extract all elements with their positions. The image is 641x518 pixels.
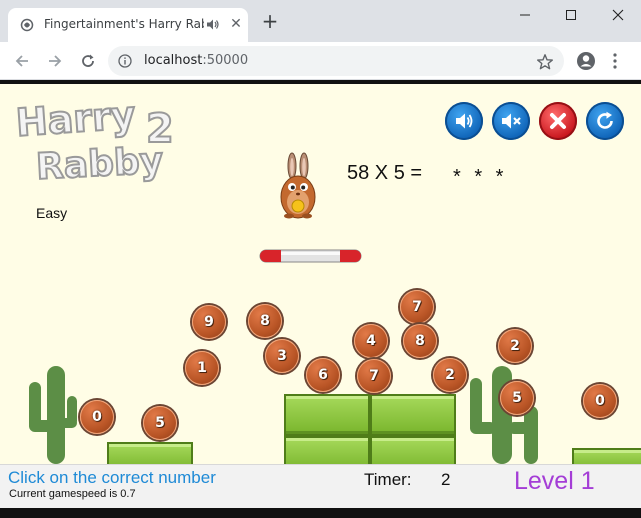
status-bar: Click on the correct number Current game… — [0, 464, 641, 508]
quit-button[interactable] — [539, 102, 577, 140]
number-ball[interactable]: 8 — [403, 324, 437, 358]
number-ball[interactable]: 2 — [433, 358, 467, 392]
game-canvas[interactable]: Harry Rabby 2 58 X 5 = * * * Easy 9 8 7 … — [0, 84, 641, 464]
game-logo: Harry Rabby 2 — [14, 92, 175, 184]
info-icon[interactable] — [118, 54, 132, 68]
gamespeed-text: Current gamespeed is 0.7 — [9, 488, 136, 500]
rabbit-character — [280, 152, 316, 219]
maximize-icon[interactable] — [548, 0, 594, 30]
menu-icon[interactable] — [608, 51, 622, 71]
new-tab-icon[interactable]: + — [259, 11, 281, 33]
address-bar[interactable]: localhost:50000 — [108, 46, 564, 76]
number-ball[interactable]: 9 — [192, 305, 226, 339]
cactus-left — [29, 366, 77, 464]
browser-tab[interactable]: Fingertainment's Harry Rabb ✕ — [8, 8, 248, 42]
timer-label: Timer: — [364, 470, 412, 489]
paddle[interactable] — [259, 248, 362, 264]
url-host: localhost — [144, 53, 203, 68]
title-bar: Fingertainment's Harry Rabb ✕ + — [0, 0, 641, 42]
window-close-icon[interactable] — [595, 0, 641, 30]
number-ball[interactable]: 6 — [306, 358, 340, 392]
profile-icon[interactable] — [576, 51, 596, 71]
tab-title: Fingertainment's Harry Rabb — [44, 17, 204, 31]
mute-icon — [502, 113, 521, 129]
instruction-text: Click on the correct number — [8, 468, 216, 487]
number-ball[interactable]: 8 — [248, 304, 282, 338]
restart-button[interactable] — [586, 102, 624, 140]
level-indicator: Level 1 — [514, 467, 595, 495]
logo-line1: Harry — [14, 93, 137, 145]
math-question: 58 X 5 = — [347, 162, 423, 184]
number-ball[interactable]: 5 — [500, 381, 534, 415]
cactus-right — [470, 366, 538, 464]
sound-on-icon — [456, 113, 473, 129]
ground-block — [284, 436, 370, 464]
close-icon[interactable]: ✕ — [228, 16, 244, 32]
logo-number: 2 — [146, 106, 174, 152]
browser-window: Fingertainment's Harry Rabb ✕ + localhos… — [0, 0, 641, 518]
sound-on-button[interactable] — [445, 102, 483, 140]
number-ball[interactable]: 7 — [400, 290, 434, 324]
star-icon[interactable] — [536, 53, 554, 71]
ground-block — [370, 394, 456, 436]
number-ball[interactable]: 7 — [357, 359, 391, 393]
audio-playing-icon[interactable] — [206, 18, 219, 31]
ground-block — [370, 436, 456, 464]
browser-toolbar: localhost:50000 — [0, 42, 641, 80]
favicon-icon — [20, 18, 34, 32]
page-bottom-border — [0, 508, 641, 518]
difficulty-label: Easy — [36, 205, 68, 221]
ground-block — [107, 442, 193, 464]
number-ball[interactable]: 0 — [583, 384, 617, 418]
ground-block — [572, 448, 641, 464]
restart-icon — [597, 111, 613, 129]
quit-icon — [550, 113, 566, 129]
answer-slots: * * * — [453, 166, 508, 188]
url-port: :50000 — [202, 53, 249, 68]
number-ball[interactable]: 4 — [354, 324, 388, 358]
mute-button[interactable] — [492, 102, 530, 140]
ground-block — [284, 394, 370, 436]
timer-value: 2 — [441, 470, 451, 489]
minimize-icon[interactable] — [502, 0, 548, 30]
forward-icon[interactable] — [44, 50, 66, 72]
reload-icon[interactable] — [77, 50, 99, 72]
number-ball[interactable]: 5 — [143, 406, 177, 440]
number-ball[interactable]: 1 — [185, 351, 219, 385]
number-ball[interactable]: 3 — [265, 339, 299, 373]
number-ball[interactable]: 2 — [498, 329, 532, 363]
number-ball[interactable]: 0 — [80, 400, 114, 434]
url-text: localhost:50000 — [144, 53, 248, 68]
logo-line2: Rabby — [35, 140, 164, 184]
back-icon[interactable] — [11, 50, 33, 72]
